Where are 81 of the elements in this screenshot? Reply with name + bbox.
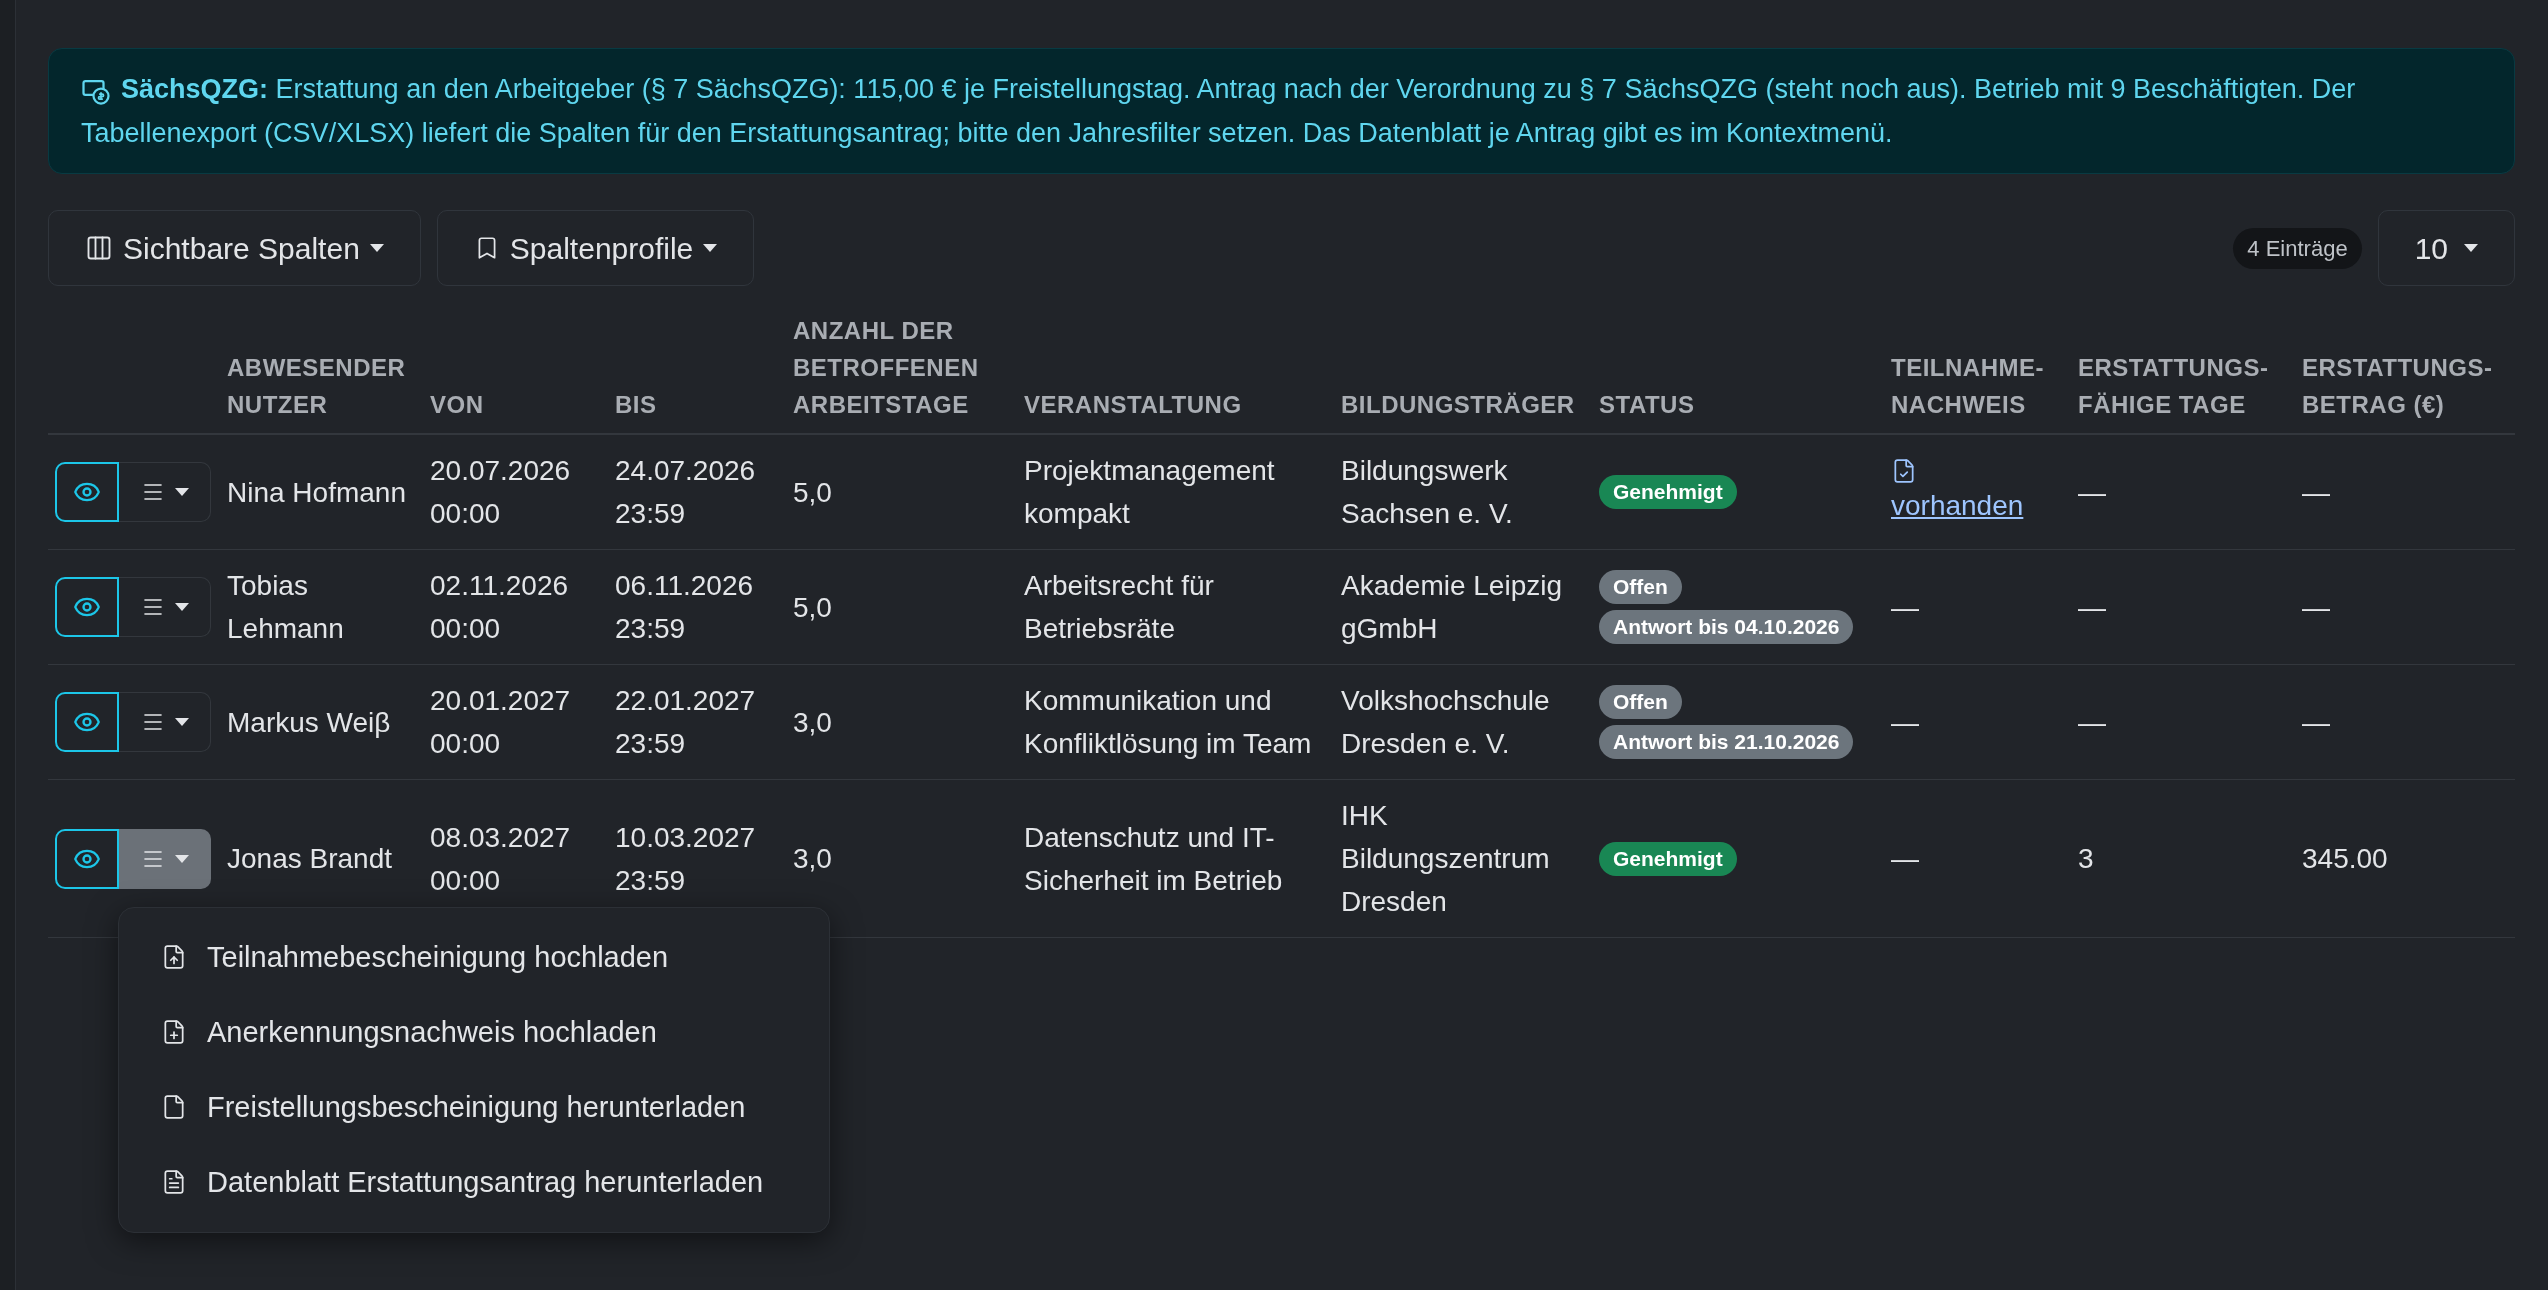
status-badge: Offen	[1599, 685, 1682, 719]
column-header: BIS	[615, 390, 658, 420]
caret-icon	[174, 718, 189, 726]
status-badge: Antwort bis 04.10.2026	[1599, 610, 1854, 644]
row-menu-button[interactable]	[119, 577, 211, 637]
table-cell-text: —	[2078, 475, 2107, 510]
table-cell-text: —	[2302, 590, 2331, 625]
table-cell-text: 02.11.2026 00:00	[430, 569, 570, 646]
table-cell-text: —	[2302, 475, 2331, 510]
status-badge: Genehmigt	[1599, 475, 1737, 509]
alert-text: SächsQZG: Erstattung an den Arbeitgeber (§ 7 SächsQZG): 115,00 € je Freistellungstag. Antrag nach der Verordnung zu § 7 SächsQZG (steht noch aus). Betrieb mit 9 Beschäftigten. Der Tabellenexport (CSV/XLSX) liefert die Spalten für den Erstattungsantrag; bitte den Jahresfilter setzen. Das Datenblatt je Antrag gibt es im Kontextmenü.	[81, 73, 2357, 150]
column-header: BILDUNGSTRÄGER	[1341, 390, 1576, 420]
column-header: VON	[430, 390, 485, 420]
table-cell-text: Datenschutz und IT-Sicherheit im Betrieb	[1024, 820, 1284, 898]
page-size-select[interactable]: 10	[2377, 210, 2515, 286]
table-cell-text: 20.07.2026 00:00	[430, 454, 572, 531]
column-header: STATUS	[1599, 390, 1696, 420]
table-cell-text: 5,0	[793, 475, 833, 510]
status-badge: Antwort bis 21.10.2026	[1599, 725, 1854, 759]
column-header: ANZAHL DER BETROFFENEN ARBEITSTAGE	[793, 316, 980, 420]
status-badge: Genehmigt	[1599, 841, 1737, 876]
table-cell-text: 10.03.2027 23:59	[615, 820, 757, 898]
table-cell-text: Akademie Leipzig gGmbH	[1341, 569, 1564, 646]
row-menu-button[interactable]	[119, 828, 211, 889]
table-cell-text: 08.03.2027 00:00	[430, 820, 572, 898]
table-cell-text: —	[2302, 705, 2331, 740]
menu-item[interactable]: Teilnahmebescheinigung hochladen	[119, 919, 829, 995]
document-icon	[161, 1169, 187, 1195]
view-button[interactable]	[55, 692, 119, 752]
row-menu-button[interactable]	[119, 462, 211, 522]
row-menu-button[interactable]	[119, 692, 211, 752]
table-cell-text: Jonas Brandt	[227, 842, 393, 876]
column-header: VERANSTALTUNG	[1024, 390, 1243, 420]
file-upload-icon	[161, 944, 187, 970]
view-button[interactable]	[55, 828, 119, 889]
column-header: ABWESENDER NUTZER	[227, 353, 407, 420]
table-cell-text: 5,0	[793, 590, 833, 625]
caret-icon	[703, 244, 718, 252]
column-header: ERSTATTUNGS- BETRAG (€)	[2302, 353, 2494, 420]
file-plus-icon	[161, 1019, 187, 1045]
table-cell-text: 06.11.2026 23:59	[615, 569, 755, 646]
table-cell-text: 345.00	[2302, 842, 2389, 876]
menu-item[interactable]: Datenblatt Erstattungsantrag herunterladen	[119, 1144, 829, 1220]
dropdown-button[interactable]: Sichtbare Spalten	[48, 210, 421, 286]
file-check-icon	[1891, 457, 1917, 484]
dropdown-button[interactable]: Spaltenprofile	[436, 210, 755, 286]
table-cell-text: Kommunikation und Konfliktlösung im Team	[1024, 684, 1313, 761]
proof-link[interactable]: vorhanden	[1891, 483, 2024, 527]
caret-icon	[174, 488, 189, 496]
caret-icon	[175, 854, 189, 863]
columns-icon	[85, 234, 113, 262]
table-cell-text: Nina Hofmann	[227, 475, 407, 510]
table-cell-text: 3,0	[793, 842, 833, 876]
table-cell-text: Volkshochschule Dresden e. V.	[1341, 684, 1551, 761]
table-cell-text: Markus Weiβ	[227, 705, 392, 740]
column-header: TEILNAHME- NACHWEIS	[1891, 353, 2045, 420]
status-badge: Offen	[1599, 570, 1682, 604]
menu-item[interactable]: Anerkennungsnachweis hochladen	[119, 994, 829, 1070]
table-cell-text: 22.01.2027 23:59	[615, 684, 757, 761]
view-button[interactable]	[55, 577, 119, 637]
table-cell-text: 3,0	[793, 705, 833, 740]
entry-count-badge: 4 Einträge	[2233, 227, 2362, 269]
column-header: ERSTATTUNGS- FÄHIGE TAGE	[2078, 353, 2270, 420]
table-cell-text: Projektmanagement kompakt	[1024, 454, 1276, 531]
table-cell-text: 3	[2078, 842, 2095, 876]
menu-item[interactable]: Freistellungsbescheinigung herunterladen	[119, 1069, 829, 1145]
table-cell-text: 20.01.2027 00:00	[430, 684, 572, 761]
table-cell-text: —	[2078, 705, 2107, 740]
table-cell-text: Tobias Lehmann	[227, 569, 345, 646]
caret-icon	[2464, 244, 2478, 252]
caret-icon	[174, 603, 189, 611]
table-cell-text: Bildungswerk Sachsen e. V.	[1341, 454, 1514, 531]
table-cell-text: —	[1891, 705, 1920, 740]
table-cell-text: —	[2078, 590, 2107, 625]
caret-icon	[369, 244, 384, 252]
table-cell-text: —	[1891, 842, 1920, 876]
table-cell-text: IHK Bildungszentrum Dresden	[1341, 799, 1551, 919]
table-cell-text: 24.07.2026 23:59	[615, 454, 757, 531]
table-cell-text: Arbeitsrecht für Betriebsräte	[1024, 569, 1215, 646]
view-button[interactable]	[55, 462, 119, 522]
table-cell-text: —	[1891, 590, 1920, 625]
